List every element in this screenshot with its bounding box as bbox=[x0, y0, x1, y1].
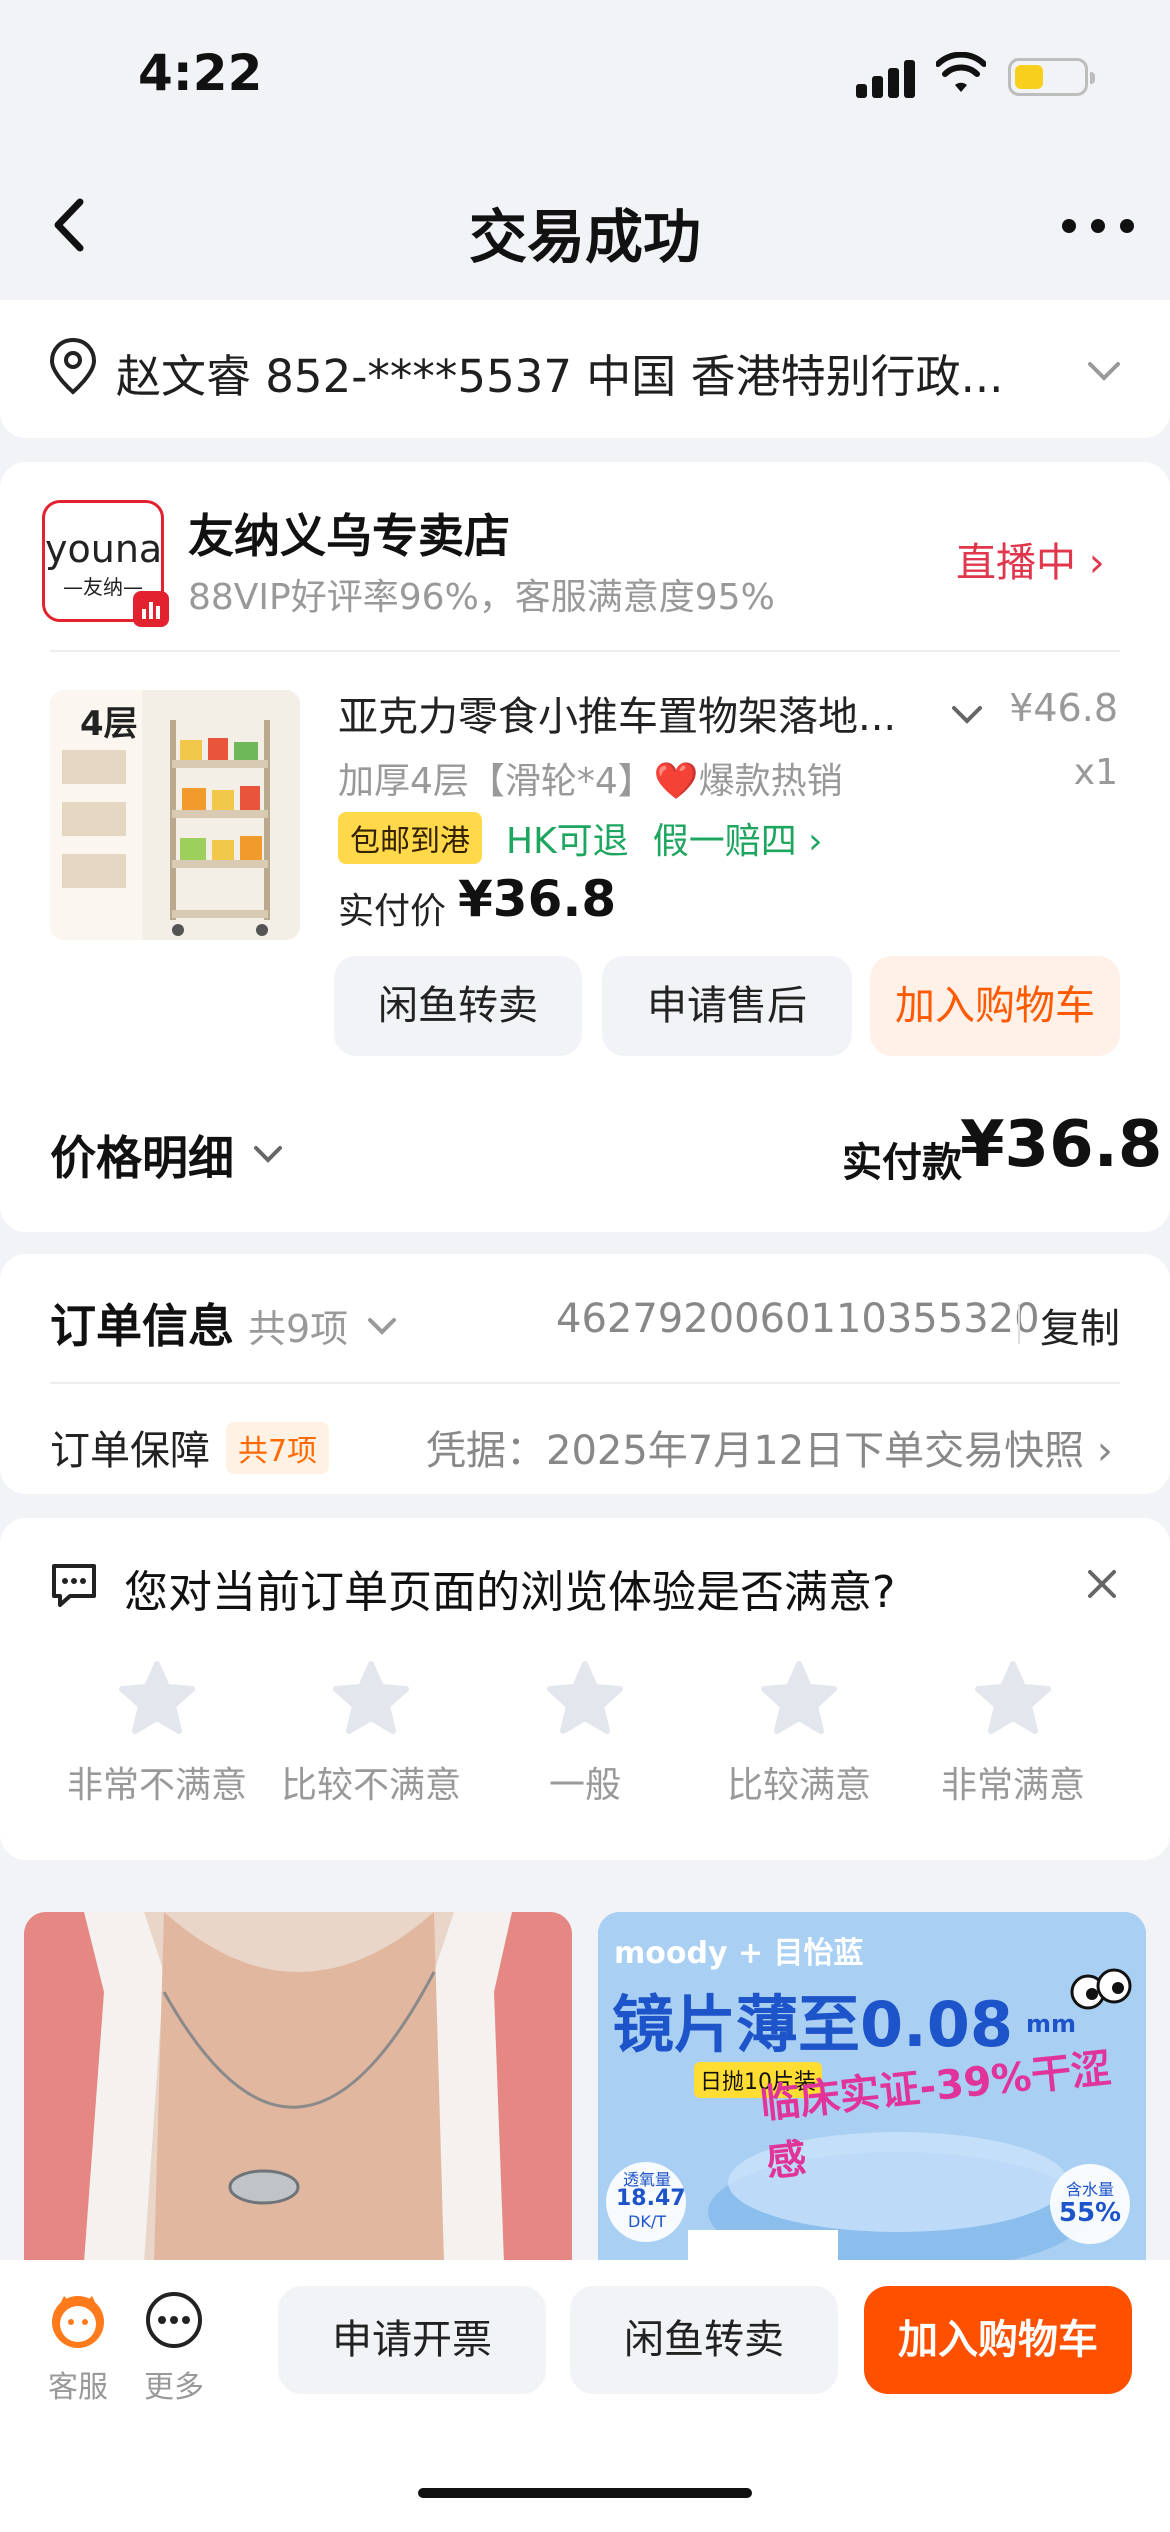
live-link[interactable]: 直播中 › bbox=[956, 530, 1105, 588]
survey-card: 您对当前订单页面的浏览体验是否满意? 非常不满意 比较不满意 一般 比较满意 非… bbox=[0, 1518, 1170, 1860]
rating-option-1[interactable]: 非常不满意 bbox=[50, 1658, 264, 1808]
star-icon bbox=[547, 1661, 623, 1734]
divider bbox=[50, 650, 1120, 652]
product-title[interactable]: 亚克力零食小推车置物架落地... bbox=[338, 684, 898, 742]
recommendation-contact-lens-ad[interactable]: moody + 目怡蓝 镜片薄至0.08 mm 日抛10片装 临床实证-39%干… bbox=[598, 1912, 1146, 2262]
separator bbox=[1018, 1304, 1020, 1344]
divider bbox=[50, 1382, 1120, 1384]
bottom-action-bar: 客服 更多 申请开票 闲鱼转卖 加入购物车 bbox=[0, 2260, 1170, 2532]
customer-service-button[interactable]: 客服 bbox=[38, 2288, 118, 2406]
page-title: 交易成功 bbox=[468, 203, 701, 271]
status-bar: 4:22 bbox=[0, 0, 1170, 160]
order-number: 4627920060110355320 bbox=[556, 1296, 1040, 1342]
more-label: 更多 bbox=[144, 2370, 204, 2405]
more-button[interactable]: 更多 bbox=[134, 2288, 214, 2406]
guarantee-snapshot-link[interactable]: 凭据：2025年7月12日下单交易快照 › bbox=[426, 1418, 1113, 1476]
invoice-button[interactable]: 申请开票 bbox=[278, 2286, 546, 2394]
close-icon[interactable] bbox=[1082, 1564, 1122, 1604]
after-sale-button[interactable]: 申请售后 bbox=[602, 956, 852, 1056]
battery-icon bbox=[1008, 58, 1095, 96]
customer-service-label: 客服 bbox=[48, 2370, 108, 2405]
store-card: youna —友纳— 友纳义乌专卖店 88VIP好评率96%，客服满意度95% … bbox=[0, 462, 1170, 1232]
product-tags: 包邮到港 HK可退 假一赔四 › bbox=[338, 812, 823, 864]
star-icon bbox=[761, 1661, 837, 1734]
lens-oxygen-value: 18.47 bbox=[616, 2186, 686, 2211]
rating-label: 非常不满意 bbox=[66, 1765, 247, 1806]
product-image-layer-text: 4层 bbox=[80, 704, 138, 744]
order-info-count[interactable]: 共9项 bbox=[248, 1298, 348, 1353]
star-icon bbox=[975, 1661, 1051, 1734]
rating-label: 比较不满意 bbox=[280, 1765, 461, 1806]
chat-bubble-icon bbox=[52, 1564, 96, 1607]
product-sku: 加厚4层【滑轮*4】❤️爆款热销 bbox=[338, 761, 843, 802]
store-rating: 88VIP好评率96%，客服满意度95% bbox=[188, 577, 775, 618]
survey-question: 您对当前订单页面的浏览体验是否满意? bbox=[124, 1567, 896, 1618]
resell-button[interactable]: 闲鱼转卖 bbox=[334, 956, 582, 1056]
store-logo-text: youna bbox=[45, 527, 163, 571]
add-to-cart-button[interactable]: 加入购物车 bbox=[870, 956, 1120, 1056]
actual-price-label: 实付价 bbox=[338, 891, 447, 932]
rating-option-5[interactable]: 非常满意 bbox=[906, 1658, 1120, 1808]
more-options-icon[interactable] bbox=[1058, 205, 1138, 245]
live-badge-icon bbox=[133, 591, 169, 627]
rating-option-4[interactable]: 比较满意 bbox=[692, 1658, 906, 1808]
order-info-card: 订单信息 共9项 4627920060110355320 复制 订单保障 共7项… bbox=[0, 1254, 1170, 1494]
price-detail-label[interactable]: 价格明细 bbox=[50, 1122, 234, 1188]
signal-icon bbox=[856, 58, 916, 98]
total-value: ¥36.8 bbox=[960, 1108, 1163, 1182]
lens-water-label: 含水量 bbox=[1065, 2180, 1114, 2199]
customer-service-icon bbox=[52, 2296, 104, 2348]
product-image[interactable]: 4层 bbox=[50, 690, 300, 940]
shipping-tag: 包邮到港 bbox=[338, 812, 482, 864]
rating-label: 比较满意 bbox=[726, 1765, 871, 1806]
lens-oxygen-unit: DK/T bbox=[628, 2212, 666, 2231]
product-price: ¥46.8 bbox=[1009, 686, 1118, 730]
actual-price: ¥36.8 bbox=[458, 870, 617, 928]
copy-button[interactable]: 复制 bbox=[1040, 1296, 1120, 1354]
resell-button-bottom[interactable]: 闲鱼转卖 bbox=[570, 2286, 838, 2394]
rating-option-3[interactable]: 一般 bbox=[478, 1658, 692, 1808]
store-name[interactable]: 友纳义乌专卖店 bbox=[188, 500, 510, 566]
chevron-down-icon[interactable] bbox=[364, 1310, 400, 1340]
star-icon bbox=[333, 1661, 409, 1734]
rating-label: 一般 bbox=[548, 1765, 621, 1806]
chevron-down-icon[interactable] bbox=[946, 696, 988, 732]
lens-water-value: 55% bbox=[1058, 2198, 1122, 2228]
nav-bar: 交易成功 bbox=[0, 160, 1170, 290]
address-bar[interactable]: 赵文睿 852-****5537 中国 香港特别行政... bbox=[0, 300, 1170, 438]
more-icon bbox=[146, 2292, 202, 2348]
recommendation-necklace-image[interactable] bbox=[24, 1912, 572, 2262]
address-text: 赵文睿 852-****5537 中国 香港特别行政... bbox=[116, 350, 1004, 403]
lens-brand: moody + 目怡蓝 bbox=[614, 1936, 864, 1971]
wifi-icon bbox=[936, 52, 986, 92]
star-icon bbox=[119, 1661, 195, 1734]
rating-option-2[interactable]: 比较不满意 bbox=[264, 1658, 478, 1808]
home-indicator bbox=[418, 2488, 752, 2498]
lens-unit: mm bbox=[1026, 2010, 1077, 2038]
guarantee-badge: 共7项 bbox=[226, 1422, 330, 1474]
total-label: 实付款 bbox=[842, 1140, 962, 1186]
rating-label: 非常满意 bbox=[940, 1765, 1085, 1806]
order-info-label[interactable]: 订单信息 bbox=[50, 1290, 234, 1356]
location-pin-icon bbox=[49, 337, 97, 395]
hk-return-tag: HK可退 bbox=[506, 821, 629, 862]
store-logo[interactable]: youna —友纳— bbox=[42, 500, 169, 627]
product-quantity: x1 bbox=[1073, 752, 1118, 793]
lens-headline: 镜片薄至0.08 bbox=[612, 1988, 1013, 2061]
chevron-down-icon[interactable] bbox=[250, 1138, 286, 1168]
fake-compensation-tag[interactable]: 假一赔四 › bbox=[653, 812, 823, 864]
add-to-cart-button-bottom[interactable]: 加入购物车 bbox=[864, 2286, 1132, 2394]
chevron-down-icon[interactable] bbox=[1080, 350, 1128, 390]
guarantee-label: 订单保障 bbox=[50, 1428, 210, 1474]
status-time: 4:22 bbox=[138, 44, 263, 102]
